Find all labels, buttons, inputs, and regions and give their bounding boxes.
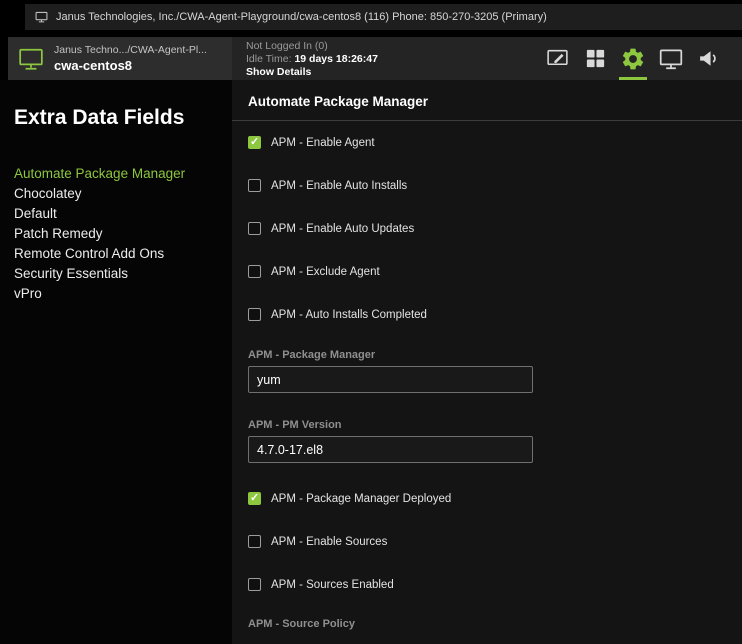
sidebar-item-remote-control-add-ons[interactable]: Remote Control Add Ons bbox=[14, 244, 232, 264]
section-divider bbox=[232, 120, 742, 121]
breadcrumb[interactable]: Janus Techno.../CWA-Agent-Pl... bbox=[54, 44, 207, 56]
field-row: APM - Enable Auto Installs bbox=[248, 179, 742, 192]
apm-pm-version-input[interactable] bbox=[248, 436, 533, 463]
extra-data-category-list: Automate Package Manager Chocolatey Defa… bbox=[14, 164, 232, 304]
field-row: APM - Exclude Agent bbox=[248, 265, 742, 278]
idle-time: Idle Time: 19 days 18:26:47 bbox=[246, 53, 378, 66]
apm-auto-installs-completed-label: APM - Auto Installs Completed bbox=[271, 309, 427, 321]
app-header: Janus Techno.../CWA-Agent-Pl... cwa-cent… bbox=[8, 37, 742, 80]
apm-enable-auto-updates-checkbox[interactable] bbox=[248, 222, 261, 235]
apm-enable-agent-label: APM - Enable Agent bbox=[271, 137, 375, 149]
main-panel: Automate Package Manager APM - Enable Ag… bbox=[232, 80, 742, 644]
apm-package-manager-label: APM - Package Manager bbox=[248, 349, 742, 361]
idle-time-label: Idle Time: bbox=[246, 53, 292, 65]
field-row: APM - Package Manager Deployed bbox=[248, 492, 742, 505]
header-toolbar bbox=[538, 37, 728, 80]
apm-pm-version-label: APM - PM Version bbox=[248, 419, 742, 431]
sidebar-item-patch-remedy[interactable]: Patch Remedy bbox=[14, 224, 232, 244]
idle-time-value: 19 days 18:26:47 bbox=[294, 53, 377, 65]
alerts-horn-icon[interactable] bbox=[690, 37, 728, 80]
apm-enable-auto-updates-label: APM - Enable Auto Updates bbox=[271, 223, 414, 235]
agent-summary: Janus Techno.../CWA-Agent-Pl... cwa-cent… bbox=[8, 37, 232, 80]
apm-package-manager-input[interactable] bbox=[248, 366, 533, 393]
apm-enable-sources-label: APM - Enable Sources bbox=[271, 536, 387, 548]
apm-sources-enabled-label: APM - Sources Enabled bbox=[271, 579, 394, 591]
apm-enable-auto-installs-checkbox[interactable] bbox=[248, 179, 261, 192]
apm-enable-auto-installs-label: APM - Enable Auto Installs bbox=[271, 180, 407, 192]
sidebar-item-default[interactable]: Default bbox=[14, 204, 232, 224]
session-info: Not Logged In (0) Idle Time: 19 days 18:… bbox=[246, 40, 378, 79]
sidebar-item-chocolatey[interactable]: Chocolatey bbox=[14, 184, 232, 204]
window-title: Janus Technologies, Inc./CWA-Agent-Playg… bbox=[56, 11, 547, 23]
agent-name: cwa-centos8 bbox=[54, 58, 207, 73]
plugins-grid-icon[interactable] bbox=[576, 37, 614, 80]
show-details-link[interactable]: Show Details bbox=[246, 66, 378, 79]
apm-package-manager-deployed-label: APM - Package Manager Deployed bbox=[271, 493, 451, 505]
app-window-icon bbox=[35, 11, 48, 23]
apm-exclude-agent-label: APM - Exclude Agent bbox=[271, 266, 380, 278]
sidebar: Extra Data Fields Automate Package Manag… bbox=[0, 80, 232, 644]
apm-sources-enabled-checkbox[interactable] bbox=[248, 578, 261, 591]
field-row: APM - Enable Auto Updates bbox=[248, 222, 742, 235]
window-title-bar: Janus Technologies, Inc./CWA-Agent-Playg… bbox=[25, 4, 742, 30]
page-title: Extra Data Fields bbox=[14, 106, 232, 130]
field-row: APM - Sources Enabled bbox=[248, 578, 742, 591]
apm-enable-agent-checkbox[interactable] bbox=[248, 136, 261, 149]
remote-control-icon[interactable] bbox=[652, 37, 690, 80]
field-row: APM - Auto Installs Completed bbox=[248, 308, 742, 321]
field-row: APM - Enable Agent bbox=[248, 136, 742, 149]
sidebar-item-security-essentials[interactable]: Security Essentials bbox=[14, 264, 232, 284]
login-status: Not Logged In (0) bbox=[246, 40, 378, 53]
commands-icon[interactable] bbox=[538, 37, 576, 80]
sidebar-item-automate-package-manager[interactable]: Automate Package Manager bbox=[14, 164, 232, 184]
apm-package-manager-deployed-checkbox[interactable] bbox=[248, 492, 261, 505]
apm-source-policy-label: APM - Source Policy bbox=[248, 618, 742, 630]
section-title: Automate Package Manager bbox=[248, 94, 742, 109]
agent-monitor-icon bbox=[18, 47, 44, 71]
sidebar-item-vpro[interactable]: vPro bbox=[14, 284, 232, 304]
settings-gear-icon[interactable] bbox=[614, 37, 652, 80]
apm-exclude-agent-checkbox[interactable] bbox=[248, 265, 261, 278]
field-row: APM - Enable Sources bbox=[248, 535, 742, 548]
apm-auto-installs-completed-checkbox[interactable] bbox=[248, 308, 261, 321]
apm-enable-sources-checkbox[interactable] bbox=[248, 535, 261, 548]
